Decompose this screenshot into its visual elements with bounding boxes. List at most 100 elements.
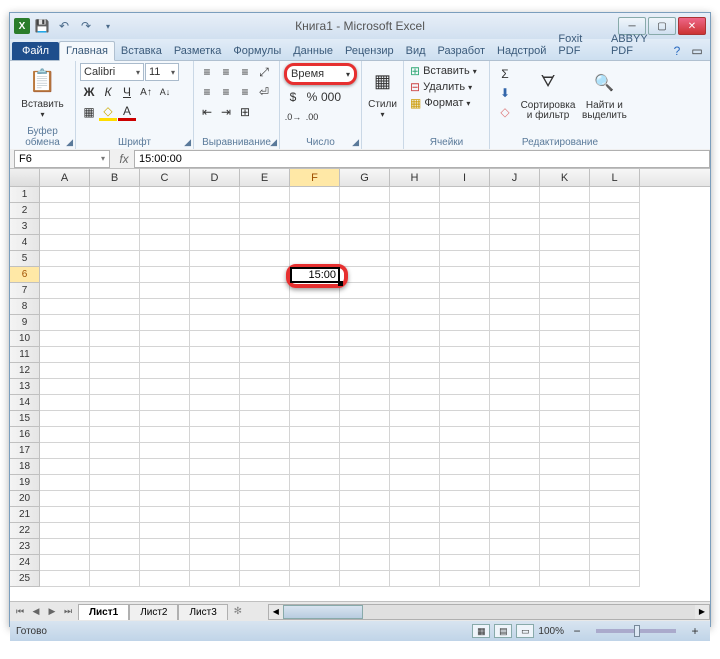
cell[interactable] — [90, 283, 140, 299]
sheet-tab-1[interactable]: Лист1 — [78, 604, 129, 620]
tab-file[interactable]: Файл — [12, 42, 59, 60]
cell[interactable] — [440, 363, 490, 379]
cell[interactable] — [590, 395, 640, 411]
cell[interactable] — [90, 235, 140, 251]
cell[interactable] — [290, 363, 340, 379]
cell[interactable] — [240, 475, 290, 491]
cell[interactable] — [240, 203, 290, 219]
cell[interactable] — [440, 443, 490, 459]
cell[interactable] — [140, 459, 190, 475]
cell[interactable] — [440, 379, 490, 395]
cell[interactable] — [290, 571, 340, 587]
cell[interactable] — [540, 555, 590, 571]
row-header-9[interactable]: 9 — [10, 315, 40, 331]
cell[interactable] — [40, 443, 90, 459]
row-header-24[interactable]: 24 — [10, 555, 40, 571]
cell[interactable] — [540, 491, 590, 507]
cell[interactable] — [240, 251, 290, 267]
cell[interactable] — [90, 427, 140, 443]
cell[interactable] — [340, 203, 390, 219]
cell[interactable] — [90, 363, 140, 379]
sheet-first-icon[interactable]: ⏮ — [12, 604, 28, 620]
cell[interactable] — [440, 411, 490, 427]
cell[interactable] — [190, 267, 240, 283]
fill-handle[interactable] — [338, 281, 343, 286]
cell[interactable] — [190, 203, 240, 219]
cell[interactable] — [590, 267, 640, 283]
col-header-I[interactable]: I — [440, 169, 490, 186]
tab-page-layout[interactable]: Разметка — [168, 42, 228, 60]
cell[interactable] — [290, 235, 340, 251]
grow-font-button[interactable]: A↑ — [137, 83, 155, 101]
cell[interactable] — [90, 571, 140, 587]
col-header-K[interactable]: K — [540, 169, 590, 186]
cell[interactable] — [540, 571, 590, 587]
cell[interactable] — [390, 251, 440, 267]
shrink-font-button[interactable]: A↓ — [156, 83, 174, 101]
cell[interactable] — [240, 219, 290, 235]
cell[interactable] — [290, 555, 340, 571]
cell[interactable] — [40, 251, 90, 267]
cell[interactable] — [440, 459, 490, 475]
cell[interactable] — [540, 443, 590, 459]
cell[interactable] — [590, 443, 640, 459]
view-break-button[interactable]: ▭ — [516, 624, 534, 638]
col-header-A[interactable]: A — [40, 169, 90, 186]
cell[interactable] — [340, 443, 390, 459]
cell[interactable] — [240, 315, 290, 331]
dialog-launcher-icon[interactable]: ◢ — [270, 137, 277, 148]
cell[interactable] — [240, 187, 290, 203]
cell[interactable] — [290, 411, 340, 427]
cell[interactable] — [140, 283, 190, 299]
cell[interactable] — [40, 507, 90, 523]
cell[interactable] — [540, 459, 590, 475]
cell[interactable] — [440, 395, 490, 411]
cell[interactable] — [390, 283, 440, 299]
comma-button[interactable]: 000 — [322, 88, 340, 106]
cell[interactable] — [540, 363, 590, 379]
cell[interactable] — [90, 267, 140, 283]
cell[interactable] — [40, 571, 90, 587]
cell[interactable] — [290, 251, 340, 267]
cell[interactable] — [140, 507, 190, 523]
cell[interactable] — [540, 475, 590, 491]
cell[interactable] — [490, 187, 540, 203]
cell[interactable] — [190, 299, 240, 315]
cell[interactable] — [390, 443, 440, 459]
cell[interactable] — [40, 283, 90, 299]
sort-filter-button[interactable]: ᗊ Сортировка и фильтр — [520, 65, 576, 123]
cell[interactable] — [290, 219, 340, 235]
cell[interactable] — [40, 491, 90, 507]
row-header-15[interactable]: 15 — [10, 411, 40, 427]
cell[interactable] — [590, 299, 640, 315]
cell[interactable] — [590, 427, 640, 443]
bold-button[interactable]: Ж — [80, 83, 98, 101]
currency-button[interactable]: $ — [284, 88, 302, 106]
cell[interactable] — [190, 411, 240, 427]
tab-developer[interactable]: Разработ — [432, 42, 491, 60]
cell[interactable] — [40, 379, 90, 395]
cell[interactable] — [390, 491, 440, 507]
sheet-last-icon[interactable]: ⏭ — [60, 604, 76, 620]
cell[interactable] — [490, 523, 540, 539]
cell[interactable] — [40, 523, 90, 539]
cell[interactable] — [440, 539, 490, 555]
cell[interactable] — [240, 283, 290, 299]
cell[interactable] — [90, 251, 140, 267]
cell[interactable] — [540, 299, 590, 315]
row-header-20[interactable]: 20 — [10, 491, 40, 507]
cell[interactable] — [490, 363, 540, 379]
cell[interactable] — [490, 267, 540, 283]
cell[interactable] — [90, 187, 140, 203]
cell[interactable] — [540, 411, 590, 427]
cell[interactable] — [490, 219, 540, 235]
cell[interactable] — [140, 491, 190, 507]
tab-foxit[interactable]: Foxit PDF — [552, 30, 605, 60]
cell[interactable] — [40, 299, 90, 315]
cell[interactable] — [190, 363, 240, 379]
cell[interactable] — [40, 187, 90, 203]
cell[interactable] — [440, 251, 490, 267]
cell[interactable] — [590, 235, 640, 251]
view-layout-button[interactable]: ▤ — [494, 624, 512, 638]
cell[interactable] — [240, 507, 290, 523]
